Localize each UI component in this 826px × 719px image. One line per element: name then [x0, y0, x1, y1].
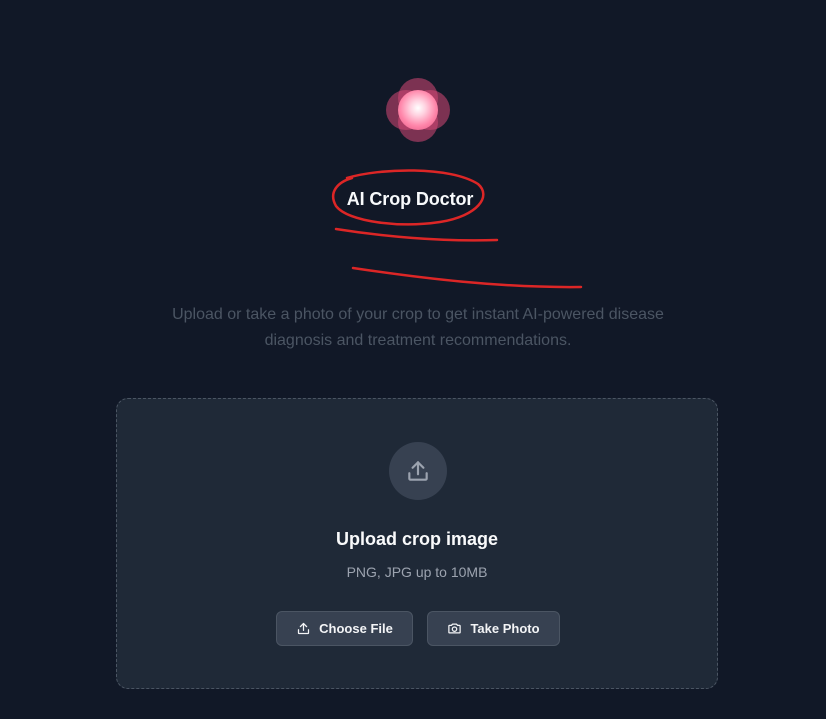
title-area: AI Crop Doctor: [330, 168, 490, 232]
upload-icon: [408, 461, 428, 481]
upload-icon-circle: [389, 442, 447, 500]
logo-orb-icon: [386, 78, 450, 142]
upload-title: Upload crop image: [335, 529, 499, 549]
take-photo-label: Take Photo: [470, 621, 540, 636]
upload-hint: PNG, JPG up to 10MB: [346, 564, 488, 580]
upload-dropzone[interactable]: Upload crop image PNG, JPG up to 10MB Ch…: [116, 398, 718, 689]
take-photo-button[interactable]: Take Photo: [427, 611, 560, 646]
underline-annotation-2: [351, 266, 583, 289]
camera-icon: [448, 623, 462, 634]
choose-file-button[interactable]: Choose File: [276, 611, 413, 646]
upload-icon: [298, 622, 310, 635]
page-title: AI Crop Doctor: [346, 189, 474, 209]
choose-file-label: Choose File: [319, 621, 393, 636]
intro-text: Upload or take a photo of your crop to g…: [172, 306, 664, 349]
